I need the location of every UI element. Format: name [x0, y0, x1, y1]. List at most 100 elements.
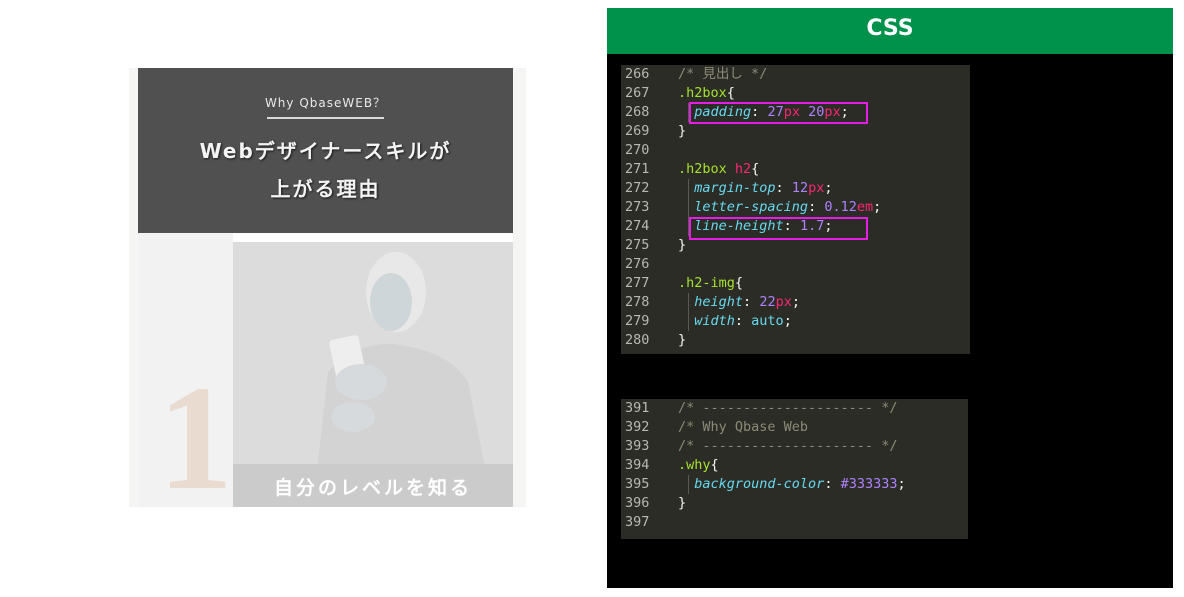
code-line: 394 .why{ — [621, 456, 968, 475]
reason-photo — [233, 242, 513, 507]
why-qbase-label: Why QbaseWEB？ — [264, 96, 387, 110]
code-block-why: 391 /* --------------------- */ 392 /* Why … — [621, 399, 968, 539]
code-token: /* Why Qbase Web — [678, 419, 809, 435]
reason-caption: 自分のレベルを知る — [273, 477, 472, 499]
line-number: 279 — [625, 313, 650, 329]
code-line: 396} — [621, 494, 968, 513]
code-token: margin-top — [694, 180, 776, 196]
code-text: .why{ — [678, 456, 719, 475]
line-number: 393 — [625, 438, 650, 454]
code-lines: 391 /* --------------------- */ 392 /* Why … — [621, 399, 968, 532]
code-token: .why — [678, 457, 711, 473]
code-line: 266 /* 見出し */ — [621, 65, 970, 84]
code-token: ; — [897, 476, 906, 492]
code-token: : — [808, 199, 825, 215]
line-number: 396 — [625, 495, 650, 511]
indent-guide — [688, 293, 689, 331]
code-token: .h2box — [678, 161, 735, 177]
line-number: 395 — [625, 476, 650, 492]
line-number: 270 — [625, 142, 650, 158]
code-token: /* --------------------- */ — [678, 400, 898, 416]
code-token: : — [734, 313, 752, 329]
code-token: : — [743, 294, 760, 310]
why-hero-section: Why QbaseWEB？ Webデザイナースキルが 上がる理由 — [138, 68, 513, 233]
line-number: 397 — [625, 514, 650, 530]
code-line: 272 margin-top: 12px; — [621, 179, 970, 198]
line-number: 266 — [625, 66, 650, 82]
line-number: 280 — [625, 332, 650, 348]
indent-guide — [688, 475, 689, 494]
code-text: /* Why Qbase Web — [678, 418, 808, 437]
line-number: 268 — [625, 104, 650, 120]
panel-title: CSS — [607, 8, 1173, 54]
code-line: 391 /* --------------------- */ — [621, 399, 968, 418]
code-token: /* --------------------- */ — [678, 438, 898, 454]
code-token: 22 — [759, 294, 776, 310]
code-text: } — [678, 494, 686, 513]
code-text: /* 見出し */ — [678, 65, 767, 84]
line-number: 273 — [625, 199, 650, 215]
code-token: px — [775, 294, 792, 310]
code-text: .h2-img{ — [678, 274, 743, 293]
reason-number: 1 — [158, 355, 233, 507]
line-number: 271 — [625, 161, 650, 177]
code-token: { — [710, 457, 719, 473]
code-token: width — [694, 313, 735, 329]
line-number: 276 — [625, 256, 650, 272]
code-token: } — [678, 332, 687, 348]
code-token: h2 — [734, 161, 752, 177]
code-token: ; — [873, 199, 882, 215]
code-token: { — [751, 161, 760, 177]
code-line: 392 /* Why Qbase Web — [621, 418, 968, 437]
code-token: } — [678, 495, 687, 511]
line-number: 274 — [625, 218, 650, 234]
code-token: 0.12 — [824, 199, 857, 215]
code-line: 280} — [621, 331, 970, 350]
code-text: height: 22px; — [678, 293, 800, 312]
code-token: #333333 — [840, 476, 898, 492]
code-token: ; — [783, 313, 792, 329]
line-number: 275 — [625, 237, 650, 253]
code-line: 397 — [621, 513, 968, 532]
preview-content: Why QbaseWEB？ Webデザイナースキルが 上がる理由 1 自分のレベ… — [138, 68, 513, 507]
code-token: } — [678, 123, 687, 139]
code-text: margin-top: 12px; — [678, 179, 832, 198]
code-token: 12 — [791, 180, 809, 196]
code-line: 393 /* --------------------- */ — [621, 437, 968, 456]
code-token: : — [824, 476, 841, 492]
code-token: auto — [751, 313, 784, 329]
code-token: : — [775, 180, 792, 196]
code-text: .h2box{ — [678, 84, 735, 103]
woman-with-phone-image — [233, 242, 513, 507]
code-line: 269} — [621, 122, 970, 141]
page-preview: Why QbaseWEB？ Webデザイナースキルが 上がる理由 1 自分のレベ… — [129, 68, 526, 507]
code-text: } — [678, 236, 686, 255]
hero-title-line-1: Webデザイナースキルが — [199, 139, 452, 163]
code-text: /* --------------------- */ — [678, 399, 897, 418]
code-token: ; — [824, 180, 833, 196]
reason-section: 1 自分のレベルを知る — [138, 233, 513, 507]
highlight-box-line-height — [689, 217, 868, 240]
code-text: letter-spacing: 0.12em; — [678, 198, 881, 217]
code-token: { — [726, 85, 735, 101]
code-token: { — [734, 275, 744, 291]
line-number: 391 — [625, 400, 650, 416]
line-number: 392 — [625, 419, 650, 435]
code-token: ; — [791, 294, 800, 310]
code-text: } — [678, 122, 686, 141]
hero-title: Webデザイナースキルが 上がる理由 — [138, 132, 513, 208]
code-line: 395 background-color: #333333; — [621, 475, 968, 494]
code-token: px — [808, 180, 825, 196]
line-number: 269 — [625, 123, 650, 139]
code-text: } — [678, 331, 686, 350]
code-line: 270 — [621, 141, 970, 160]
code-token: /* 見出し */ — [678, 66, 768, 82]
code-token: letter-spacing — [694, 199, 809, 215]
code-line: 273 letter-spacing: 0.12em; — [621, 198, 970, 217]
code-block-h2box: 266/* 見出し */267 .h2box{268 padding: 27px … — [621, 65, 970, 354]
code-token: height — [694, 294, 744, 310]
